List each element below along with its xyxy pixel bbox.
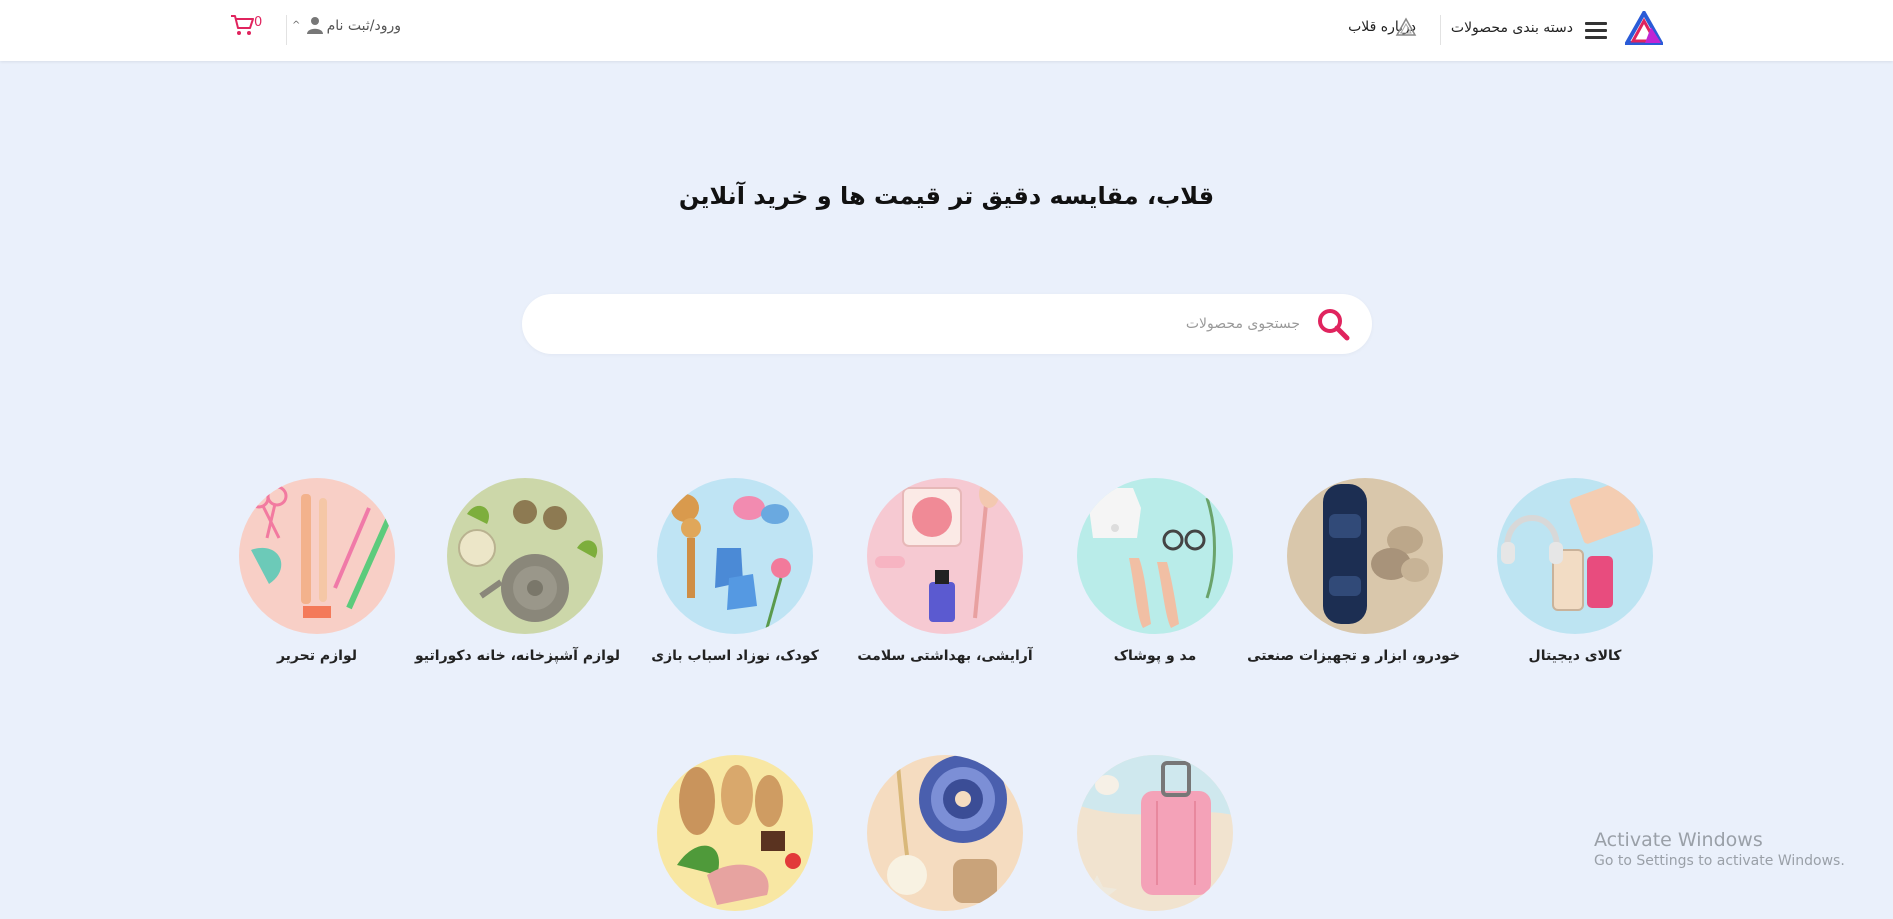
category-tile-decor[interactable] <box>850 755 1040 911</box>
category-tile-travel[interactable] <box>1060 755 1250 911</box>
category-tile-stationery[interactable]: لوازم تحریر <box>222 478 412 664</box>
cosmetics-image[interactable] <box>867 478 1023 634</box>
categories-menu-label[interactable]: دسته بندی محصولات <box>1451 20 1573 36</box>
search-input[interactable] <box>598 308 1302 340</box>
suitcase-beach-image[interactable] <box>1077 755 1233 911</box>
category-label: کودک، نوزاد اسباب بازی <box>651 648 819 664</box>
windows-activation-watermark: Activate Windows Go to Settings to activ… <box>1594 829 1845 869</box>
clothing-shoes-image[interactable] <box>1077 478 1233 634</box>
nav-divider <box>1440 15 1441 45</box>
watermark-title: Activate Windows <box>1594 829 1763 851</box>
category-tile-food[interactable] <box>640 755 830 911</box>
user-icon[interactable] <box>306 16 324 34</box>
category-label: آرایشی، بهداشتی سلامت <box>857 648 1033 664</box>
car-stones-image[interactable] <box>1287 478 1443 634</box>
teapot-image[interactable] <box>447 478 603 634</box>
watermark-subtitle: Go to Settings to activate Windows. <box>1594 853 1845 869</box>
category-label: خودرو، ابزار و تجهیزات صنعتی <box>1247 648 1460 664</box>
search-icon[interactable] <box>1316 307 1350 341</box>
chevron-up-icon[interactable]: ^ <box>292 20 300 31</box>
category-label: مد و پوشاک <box>1113 648 1197 664</box>
category-tile-fashion[interactable]: مد و پوشاک <box>1060 478 1250 664</box>
hero-title: قلاب، مقایسه دقیق تر قیمت ها و خرید آنلا… <box>678 182 1215 210</box>
category-label: کالای دیجیتال <box>1528 648 1622 664</box>
category-tile-cosmetics[interactable]: آرایشی، بهداشتی سلامت <box>850 478 1040 664</box>
logo-icon[interactable] <box>1625 11 1663 45</box>
stationery-image[interactable] <box>239 478 395 634</box>
login-register-link[interactable]: ورود/ثبت نام <box>327 18 401 34</box>
category-label: لوازم تحریر <box>276 648 358 664</box>
category-tile-baby[interactable]: کودک، نوزاد اسباب بازی <box>640 478 830 664</box>
top-navbar: دسته بندی محصولات درباره قلاب ورود/ثبت ن… <box>0 0 1893 61</box>
nav-divider <box>286 15 287 45</box>
mandala-wheat-image[interactable] <box>867 755 1023 911</box>
search-bar[interactable] <box>522 294 1372 354</box>
category-tile-kitchen[interactable]: لوازم آشپزخانه، خانه دکوراتیو <box>415 478 620 664</box>
baby-toys-image[interactable] <box>657 478 813 634</box>
laptop-phone-headphones-image[interactable] <box>1497 478 1653 634</box>
category-tile-automotive[interactable]: خودرو، ابزار و تجهیزات صنعتی <box>1247 478 1460 664</box>
category-label: لوازم آشپزخانه، خانه دکوراتیو <box>415 648 620 664</box>
menu-icon[interactable] <box>1585 22 1607 40</box>
cart-icon[interactable] <box>230 14 254 36</box>
logo-outline-icon <box>1395 17 1417 36</box>
category-tile-digital[interactable]: کالای دیجیتال <box>1480 478 1670 664</box>
bread-food-image[interactable] <box>657 755 813 911</box>
cart-count-badge: 0 <box>254 15 263 30</box>
